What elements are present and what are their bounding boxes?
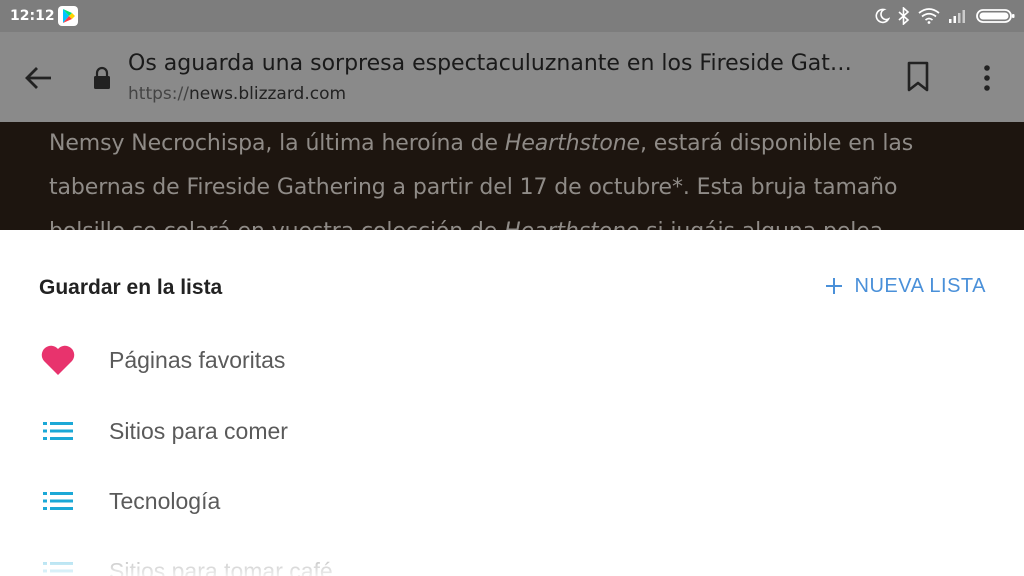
list-icon (40, 483, 76, 519)
list-item-label: Sitios para comer (109, 418, 288, 444)
list-item-eat[interactable]: Sitios para comer (0, 401, 1024, 461)
lock-icon[interactable] (92, 66, 112, 90)
new-list-label: NUEVA LISTA (854, 274, 986, 297)
list-item-label: Páginas favoritas (109, 347, 286, 373)
list-item-label: Sitios para tomar café (109, 558, 333, 576)
more-vert-icon[interactable] (972, 60, 1002, 96)
list-item-label: Tecnología (109, 488, 221, 514)
url-scheme: https:// (128, 84, 189, 104)
screen: 12:12 Os aguarda una sorpresa espectacul… (0, 0, 1024, 576)
battery-icon (976, 9, 1015, 23)
heart-icon (40, 342, 76, 378)
browser-toolbar: Os aguarda una sorpresa espectaculuznant… (0, 32, 1024, 122)
list-item-coffee[interactable]: Sitios para tomar café (0, 541, 1024, 576)
article-line-1: Nemsy Necrochispa, la última heroína de … (49, 131, 914, 156)
list-item-favorites[interactable]: Páginas favoritas (0, 330, 1024, 390)
article-content: Nemsy Necrochispa, la última heroína de … (0, 122, 1024, 230)
signal-icon (949, 10, 965, 23)
save-to-list-sheet: Guardar en la lista NUEVA LISTA Páginas … (0, 230, 1024, 576)
page-title[interactable]: Os aguarda una sorpresa espectaculuznant… (128, 50, 873, 78)
list-icon (40, 553, 76, 576)
article-line-3: bolsillo se colará en vuestra colección … (49, 210, 1009, 230)
status-bar: 12:12 (0, 0, 1024, 32)
article-text: Nemsy Necrochispa, la última heroína de … (49, 122, 1009, 230)
wifi-icon (918, 8, 940, 24)
new-list-button[interactable]: NUEVA LISTA (825, 272, 986, 300)
list-icon (40, 413, 76, 449)
bookmark-icon[interactable] (898, 56, 938, 96)
status-icons (874, 6, 1016, 26)
page-url[interactable]: https://news.blizzard.com (128, 83, 346, 105)
google-play-icon (58, 6, 78, 26)
bluetooth-icon (898, 7, 910, 25)
sheet-title: Guardar en la lista (39, 276, 223, 299)
back-arrow-icon[interactable] (20, 60, 56, 96)
url-host: news.blizzard.com (188, 84, 347, 104)
plus-icon (825, 278, 842, 294)
status-time: 12:12 (10, 8, 55, 24)
list-item-tech[interactable]: Tecnología (0, 471, 1024, 531)
moon-icon (875, 8, 890, 24)
article-line-2: tabernas de Fireside Gathering a partir … (49, 175, 898, 200)
